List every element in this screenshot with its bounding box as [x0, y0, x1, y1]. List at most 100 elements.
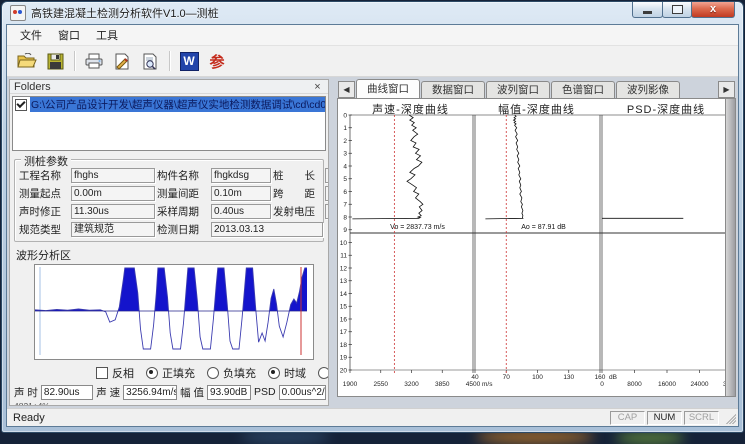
print-button[interactable]	[80, 48, 108, 74]
tab-data-window[interactable]: 数据窗口	[421, 81, 485, 98]
time-correction-field[interactable]: 11.30us	[71, 204, 155, 219]
menu-file[interactable]: 文件	[13, 25, 49, 45]
title-bar[interactable]: 高铁建混凝土检测分析软件V1.0—测桩 x	[2, 2, 743, 24]
resize-grip[interactable]	[723, 411, 736, 424]
svg-text:3: 3	[343, 151, 347, 158]
svg-text:11: 11	[340, 253, 347, 260]
fill-positive-radio[interactable]	[146, 367, 158, 379]
tab-scroll-right-button[interactable]: ▶	[718, 81, 735, 98]
measure-step-field[interactable]: 0.10m	[211, 186, 271, 201]
psd-field[interactable]: 0.00us^2/m	[279, 385, 326, 400]
voltage-field[interactable]: 500V	[325, 204, 329, 219]
span-field[interactable]: 270mm	[325, 186, 329, 201]
cap-lock-indicator: CAP	[610, 411, 645, 425]
tab-curve-window[interactable]: 曲线窗口	[356, 79, 420, 98]
component-name-field[interactable]: fhgkdsg	[211, 168, 271, 183]
close-icon: x	[710, 4, 716, 15]
pile-length-field[interactable]: 0.00m	[325, 168, 329, 183]
svg-text:6: 6	[343, 189, 347, 196]
svg-text:160: 160	[595, 374, 606, 381]
sound-speed-field[interactable]: 3256.94m/s	[123, 385, 177, 400]
svg-text:17: 17	[340, 329, 348, 336]
fill-positive-label: 正填充	[162, 365, 195, 381]
open-button[interactable]	[13, 48, 41, 74]
word-export-button[interactable]: W	[175, 48, 203, 74]
svg-text:m/s: m/s	[482, 381, 493, 388]
invert-checkbox[interactable]	[96, 367, 108, 379]
time-domain-radio[interactable]	[268, 367, 280, 379]
file-listbox[interactable]: G:\公司产品设计开发\超声仪器\超声仪实地检测数据调试\cd\cd03\cd0…	[12, 96, 326, 151]
print-preview-button[interactable]	[136, 48, 164, 74]
sample-period-field[interactable]: 0.40us	[211, 204, 271, 219]
work-area: Folders × G:\公司产品设计开发\超声仪器\超声仪实地检测数据调试\c…	[7, 77, 738, 408]
readout-row: 声 时 82.90us 声 速 3256.94m/s 幅 值 93.90dB P…	[14, 385, 326, 400]
svg-text:70: 70	[503, 374, 511, 381]
minimize-button[interactable]	[632, 2, 663, 18]
status-bar: Ready CAP NUM SCRL	[7, 408, 738, 426]
status-message: Ready	[9, 412, 608, 424]
maximize-button[interactable]	[662, 2, 692, 18]
clipped-text: 4821±4%	[14, 401, 328, 405]
svg-text:4: 4	[343, 163, 347, 170]
svg-text:13: 13	[340, 278, 348, 285]
parameters-icon: 参	[209, 51, 224, 72]
chart-scrollbar[interactable]	[725, 99, 735, 396]
sound-time-field[interactable]: 82.90us	[41, 385, 93, 400]
svg-text:19: 19	[340, 355, 348, 362]
svg-text:Ao = 87.91 dB: Ao = 87.91 dB	[521, 224, 566, 231]
svg-text:24000: 24000	[690, 381, 708, 388]
list-item[interactable]: G:\公司产品设计开发\超声仪器\超声仪实地检测数据调试\cd\cd03\cd0…	[13, 97, 325, 112]
file-path-label: G:\公司产品设计开发\超声仪器\超声仪实地检测数据调试\cd\cd03\cd0…	[30, 97, 325, 112]
test-date-field[interactable]: 2013.03.13	[211, 222, 323, 237]
svg-text:100: 100	[532, 374, 543, 381]
svg-text:16: 16	[340, 316, 348, 323]
tab-scroll-left-button[interactable]: ◀	[338, 81, 355, 98]
close-folders-icon[interactable]: ×	[311, 80, 324, 93]
param-label: 采样周期	[157, 204, 209, 219]
parameters-button[interactable]: 参	[203, 48, 231, 74]
amplitude-label: 幅 值	[180, 385, 204, 400]
tab-spectrum-window[interactable]: 色谱窗口	[551, 81, 615, 98]
svg-text:8000: 8000	[627, 381, 642, 388]
menu-tools[interactable]: 工具	[89, 25, 125, 45]
wave-canvas[interactable]	[34, 264, 314, 360]
svg-text:8: 8	[343, 214, 347, 221]
pile-params-grid: 工程名称 fhghs 构件名称 fhgkdsg 桩 长 0.00m 测量起点 0…	[19, 168, 319, 237]
print-setup-button[interactable]	[108, 48, 136, 74]
time-domain-label: 时域	[284, 365, 306, 381]
measure-start-field[interactable]: 0.00m	[71, 186, 155, 201]
standard-type-field[interactable]: 建筑规范	[71, 222, 155, 237]
curve-chart-area[interactable]: 声速-深度曲线 幅值-深度曲线 PSD-深度曲线 012345678910111…	[337, 98, 736, 397]
menu-window[interactable]: 窗口	[51, 25, 87, 45]
param-label: 跨 距	[273, 186, 323, 201]
file-checkbox[interactable]	[15, 99, 27, 111]
window-controls: x	[633, 2, 735, 18]
svg-text:18: 18	[340, 342, 348, 349]
svg-text:2550: 2550	[374, 381, 389, 388]
tab-row: ◀ 曲线窗口 数据窗口 波列窗口 色谱窗口 波列影像 ▶	[337, 79, 736, 98]
folders-caption: Folders ×	[10, 80, 328, 94]
app-window: 高铁建混凝土检测分析软件V1.0—测桩 x 文件 窗口 工具	[1, 1, 744, 433]
folders-panel: Folders × G:\公司产品设计开发\超声仪器\超声仪实地检测数据调试\c…	[9, 79, 329, 406]
window-title: 高铁建混凝土检测分析软件V1.0—测桩	[31, 5, 219, 21]
param-label: 发射电压	[273, 204, 323, 219]
svg-text:Vo = 2837.73 m/s: Vo = 2837.73 m/s	[390, 224, 445, 231]
tab-wavelist-window[interactable]: 波列窗口	[486, 81, 550, 98]
folders-title: Folders	[14, 81, 311, 93]
tab-waveimage-window[interactable]: 波列影像	[616, 81, 680, 98]
project-name-field[interactable]: fhghs	[71, 168, 155, 183]
amplitude-field[interactable]: 93.90dB	[207, 385, 251, 400]
toolbar-separator	[74, 51, 75, 71]
pile-params-title: 测桩参数	[21, 153, 71, 169]
sound-time-label: 声 时	[14, 385, 38, 400]
fill-negative-label: 负填充	[223, 365, 256, 381]
freq-domain-radio[interactable]	[318, 367, 329, 379]
chart-panel: ◀ 曲线窗口 数据窗口 波列窗口 色谱窗口 波列影像 ▶ 声速-深度曲线 幅值-…	[337, 79, 736, 406]
fill-negative-radio[interactable]	[207, 367, 219, 379]
scroll-lock-indicator: SCRL	[684, 411, 719, 425]
svg-text:16000: 16000	[658, 381, 676, 388]
save-button[interactable]	[41, 48, 69, 74]
close-button[interactable]: x	[691, 2, 735, 18]
param-label: 规范类型	[19, 222, 69, 237]
svg-text:0: 0	[343, 112, 347, 119]
